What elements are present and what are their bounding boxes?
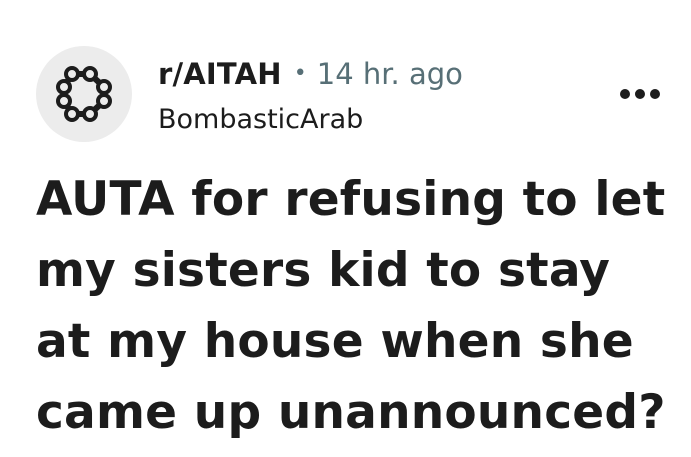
subreddit-avatar[interactable] xyxy=(36,46,132,142)
subreddit-community-icon xyxy=(56,66,112,122)
meta-separator: • xyxy=(293,61,307,86)
more-options-button[interactable] xyxy=(614,74,666,114)
post-timestamp: 14 hr. ago xyxy=(316,57,463,91)
more-options-icon xyxy=(620,89,660,99)
subreddit-link[interactable]: r/AITAH xyxy=(158,57,282,91)
author-link[interactable]: BombasticArab xyxy=(158,104,463,135)
post-title[interactable]: AUTA for refusing to let my sisters kid … xyxy=(36,164,676,448)
post-meta-row: r/AITAH • 14 hr. ago xyxy=(158,54,463,94)
post-meta: r/AITAH • 14 hr. ago BombasticArab xyxy=(158,54,463,135)
post-header: r/AITAH • 14 hr. ago BombasticArab xyxy=(36,46,666,146)
